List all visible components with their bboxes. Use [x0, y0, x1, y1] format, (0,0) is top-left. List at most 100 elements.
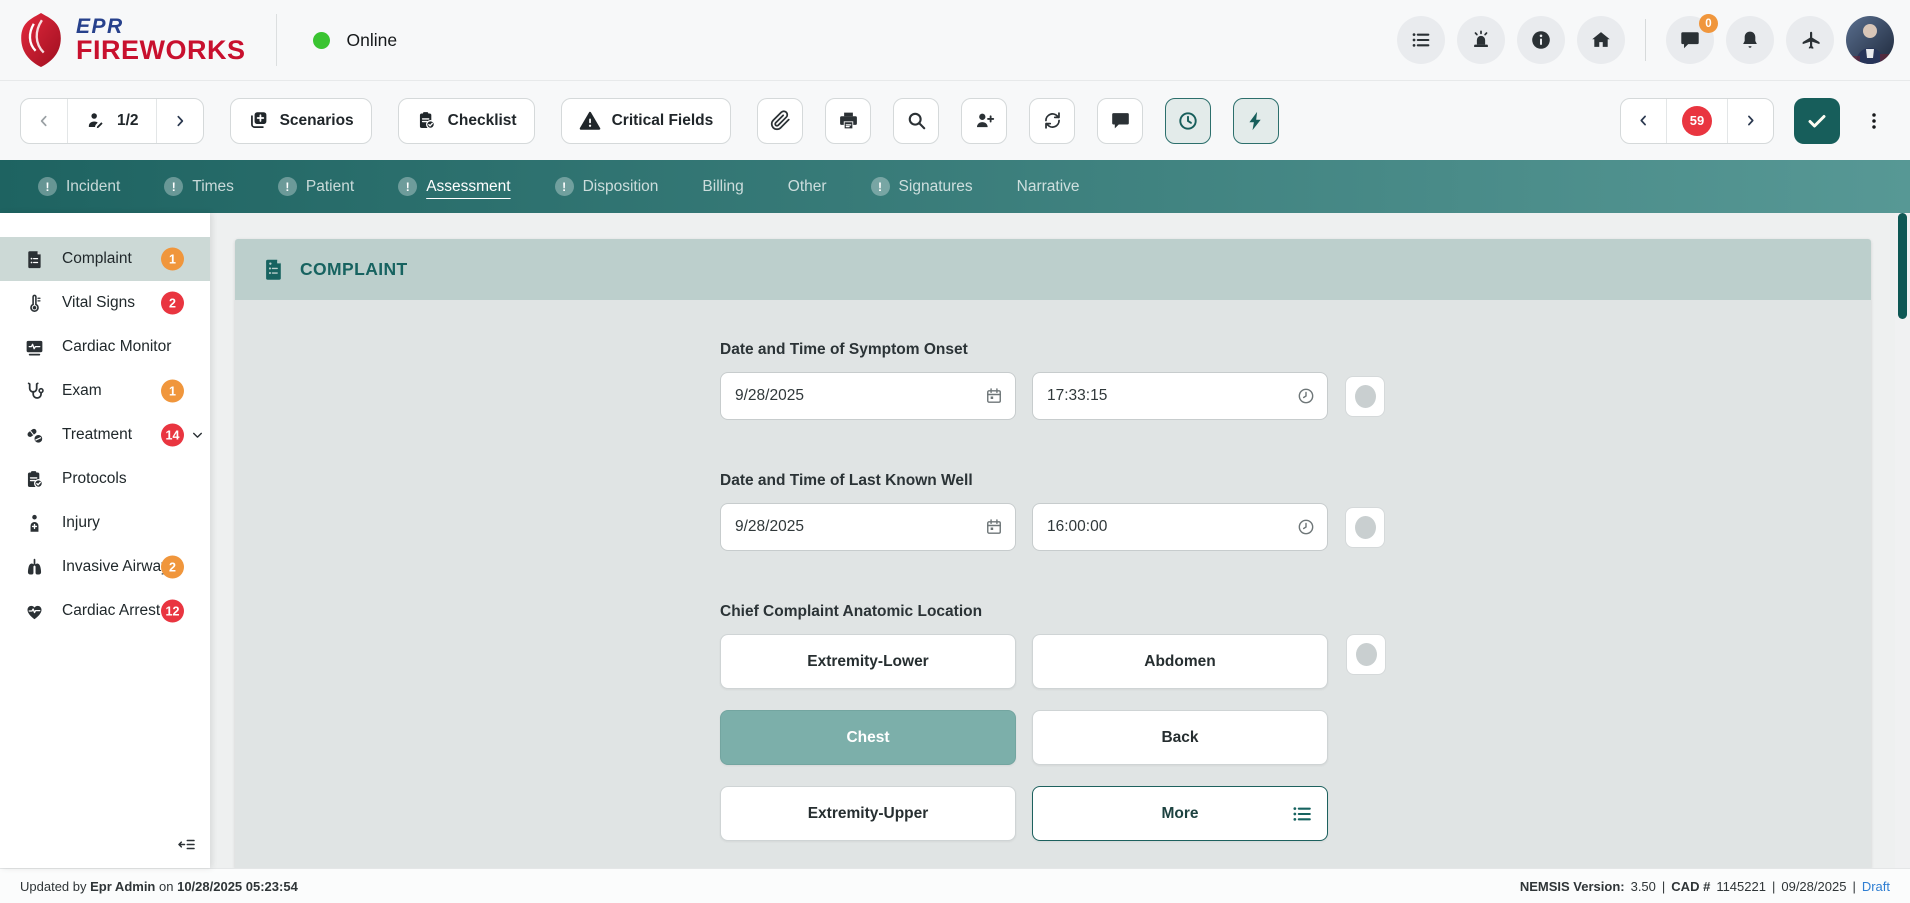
section-title: COMPLAINT [300, 259, 408, 280]
flight-mode-button[interactable] [1786, 16, 1834, 64]
symptom-onset-group: Date and Time of Symptom Onset [720, 341, 1871, 420]
anatomic-location-toggle-button[interactable] [1346, 634, 1386, 675]
tab-times[interactable]: Times [164, 177, 234, 196]
sidebar-item-injury[interactable]: Injury [0, 501, 210, 545]
alert-icon [398, 177, 417, 196]
sidebar-item-complaint[interactable]: Complaint 1 [0, 237, 210, 281]
draft-status-link[interactable]: Draft [1862, 879, 1890, 894]
anatomic-location-group: Chief Complaint Anatomic Location Extrem… [720, 603, 1871, 841]
sidebar-item-protocols[interactable]: Protocols [0, 457, 210, 501]
option-back[interactable]: Back [1032, 710, 1328, 765]
tab-label: Patient [306, 178, 354, 196]
refresh-button[interactable] [1029, 98, 1075, 144]
more-options-button[interactable]: More [1032, 786, 1328, 841]
last-known-well-toggle-button[interactable] [1345, 507, 1385, 548]
option-abdomen[interactable]: Abdomen [1032, 634, 1328, 689]
sidebar-item-label: Invasive Airway [62, 558, 169, 576]
refresh-icon [1042, 110, 1063, 131]
separator: | [1662, 879, 1665, 894]
symptom-onset-toggle-button[interactable] [1345, 376, 1385, 417]
sidebar-item-invasive-airway[interactable]: Invasive Airway 2 [0, 545, 210, 589]
patient-pager-status[interactable]: 1/2 [68, 99, 157, 143]
field-label: Date and Time of Symptom Onset [720, 341, 1871, 359]
collapse-sidebar-icon [177, 835, 196, 854]
symptom-onset-date-input[interactable] [720, 372, 1016, 420]
sidebar-badge: 1 [161, 380, 184, 403]
tab-disposition[interactable]: Disposition [555, 177, 659, 196]
tab-incident[interactable]: Incident [38, 177, 120, 196]
tab-billing[interactable]: Billing [702, 178, 743, 196]
last-known-well-date-input[interactable] [720, 503, 1016, 551]
patient-icon [85, 110, 107, 132]
sidebar-badge: 12 [161, 600, 184, 623]
tab-signatures[interactable]: Signatures [871, 177, 973, 196]
sidebar-item-cardiac-arrest[interactable]: Cardiac Arrest 12 [0, 589, 210, 633]
avatar[interactable] [1846, 16, 1894, 64]
tab-label: Narrative [1017, 178, 1080, 196]
tab-label: Signatures [899, 178, 973, 196]
scenarios-button[interactable]: Scenarios [230, 98, 372, 144]
sidebar-item-treatment[interactable]: Treatment 14 [0, 413, 210, 457]
error-prev-button[interactable] [1621, 99, 1667, 143]
updated-timestamp: 10/28/2025 05:23:54 [177, 879, 298, 894]
siren-button[interactable] [1457, 16, 1505, 64]
chat-icon [1679, 29, 1701, 51]
more-menu-button[interactable] [1860, 107, 1888, 135]
tab-assessment[interactable]: Assessment [398, 177, 510, 196]
notifications-button[interactable] [1726, 16, 1774, 64]
separator: | [1852, 879, 1855, 894]
warning-icon [579, 110, 601, 132]
tab-other[interactable]: Other [788, 178, 827, 196]
symptom-onset-time-wrap [1032, 372, 1328, 420]
print-button[interactable] [825, 98, 871, 144]
option-extremity-lower[interactable]: Extremity-Lower [720, 634, 1016, 689]
more-label: More [1161, 805, 1198, 823]
field-label: Chief Complaint Anatomic Location [720, 603, 1871, 621]
quick-actions-button[interactable] [1233, 98, 1279, 144]
app-root: EPR FIREWORKS Online [0, 0, 1910, 903]
main-panel: COMPLAINT Date and Time of Symptom Onset [210, 213, 1910, 868]
person-add-icon [974, 110, 995, 131]
patient-prev-button[interactable] [21, 99, 68, 143]
option-extremity-upper[interactable]: Extremity-Upper [720, 786, 1016, 841]
tab-narrative[interactable]: Narrative [1017, 178, 1080, 196]
tab-patient[interactable]: Patient [278, 177, 354, 196]
chat-button[interactable] [1097, 98, 1143, 144]
cad-label: CAD # [1671, 879, 1710, 894]
checklist-button[interactable]: Checklist [398, 98, 535, 144]
error-count[interactable]: 59 [1667, 99, 1728, 143]
home-button[interactable] [1577, 16, 1625, 64]
messages-button[interactable]: 0 [1666, 16, 1714, 64]
critical-fields-button[interactable]: Critical Fields [561, 98, 732, 144]
attachment-button[interactable] [757, 98, 803, 144]
chevron-down-icon[interactable] [191, 429, 204, 442]
option-chest[interactable]: Chest [720, 710, 1016, 765]
person-add-button[interactable] [961, 98, 1007, 144]
online-status-dot [313, 32, 330, 49]
scrollbar-thumb[interactable] [1898, 213, 1907, 319]
siren-icon [1470, 29, 1492, 51]
sidebar-item-exam[interactable]: Exam 1 [0, 369, 210, 413]
critical-fields-label: Critical Fields [612, 112, 714, 130]
time-tracking-button[interactable] [1165, 98, 1211, 144]
symptom-onset-time-input[interactable] [1032, 372, 1328, 420]
nemsis-label: NEMSIS Version: [1520, 879, 1625, 894]
sidebar-item-cardiac-monitor[interactable]: Cardiac Monitor [0, 325, 210, 369]
toolbar-left: 1/2 Scenarios [20, 98, 1279, 144]
pills-icon [24, 425, 45, 446]
error-next-button[interactable] [1728, 99, 1773, 143]
search-button[interactable] [893, 98, 939, 144]
last-known-well-time-input[interactable] [1032, 503, 1328, 551]
complaint-section-header: COMPLAINT [235, 239, 1871, 300]
sidebar-collapse-button[interactable] [177, 835, 196, 854]
validate-button[interactable] [1794, 98, 1840, 144]
top-header: EPR FIREWORKS Online [0, 0, 1910, 80]
logo-mark-icon [14, 11, 68, 69]
patient-next-button[interactable] [157, 99, 203, 143]
info-button[interactable] [1517, 16, 1565, 64]
checklist-label: Checklist [448, 112, 517, 130]
assessment-sidebar: Complaint 1 Vital Signs 2 [0, 213, 210, 868]
sidebar-item-vital-signs[interactable]: Vital Signs 2 [0, 281, 210, 325]
menu-list-button[interactable] [1397, 16, 1445, 64]
kebab-icon [1864, 111, 1884, 131]
